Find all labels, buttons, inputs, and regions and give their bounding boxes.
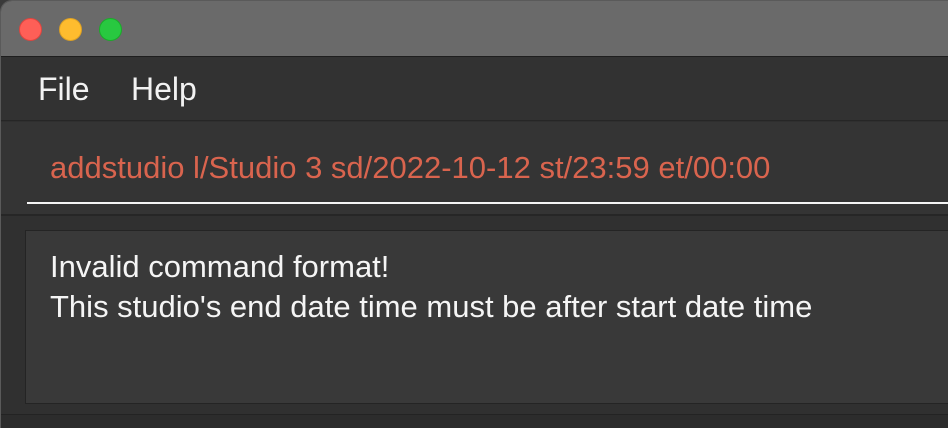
command-box-container: addstudio l/Studio 3 sd/2022-10-12 st/23… bbox=[1, 122, 948, 214]
app-window: File Help addstudio l/Studio 3 sd/2022-1… bbox=[0, 0, 948, 428]
result-display-container: Invalid command format! This studio's en… bbox=[1, 216, 948, 428]
menu-bar: File Help bbox=[1, 57, 948, 121]
zoom-window-button[interactable] bbox=[99, 18, 122, 41]
menu-file[interactable]: File bbox=[38, 71, 90, 107]
minimize-window-button[interactable] bbox=[59, 18, 82, 41]
result-display[interactable]: Invalid command format! This studio's en… bbox=[25, 230, 948, 404]
bottom-panel-edge bbox=[1, 414, 948, 428]
close-window-button[interactable] bbox=[19, 18, 42, 41]
result-message-line: Invalid command format! bbox=[50, 249, 390, 284]
result-message-line: This studio's end date time must be afte… bbox=[50, 289, 813, 324]
title-bar bbox=[1, 1, 948, 57]
command-input[interactable]: addstudio l/Studio 3 sd/2022-10-12 st/23… bbox=[27, 140, 948, 204]
menu-help[interactable]: Help bbox=[131, 71, 197, 107]
